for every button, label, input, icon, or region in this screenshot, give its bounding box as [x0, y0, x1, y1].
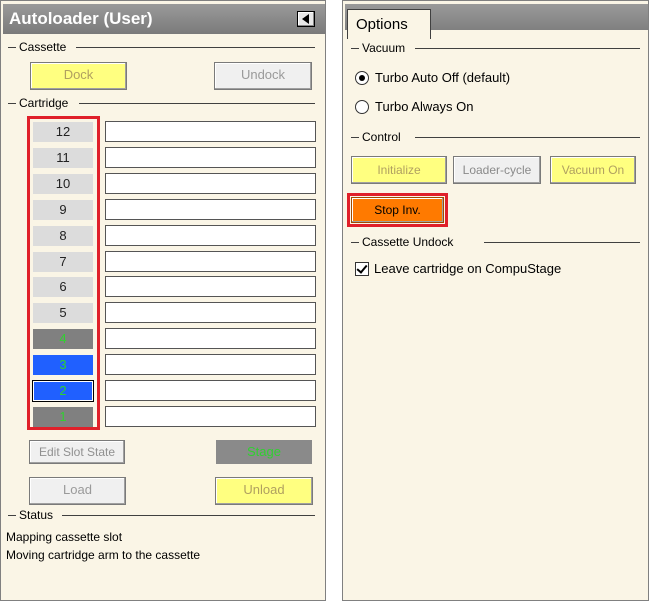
cartridge-slot-4-field[interactable] — [105, 328, 316, 349]
control-group-header: Control — [351, 130, 640, 144]
edit-slot-state-button[interactable]: Edit Slot State — [29, 440, 125, 464]
vacuum-group-label: Vacuum — [362, 41, 406, 55]
cartridge-slot-2-field[interactable] — [105, 380, 316, 401]
turbo-always-on-label: Turbo Always On — [375, 99, 474, 114]
loader-cycle-button[interactable]: Loader-cycle — [453, 156, 541, 184]
leave-cartridge-label: Leave cartridge on CompuStage — [374, 261, 562, 276]
cartridge-slot-10-field[interactable] — [105, 173, 316, 194]
panel-title: Autoloader (User) — [9, 9, 153, 28]
undock-button[interactable]: Undock — [214, 62, 312, 90]
options-panel: Options — [342, 0, 649, 601]
cassette-undock-group-label: Cassette Undock — [362, 235, 454, 249]
cassette-group-header: Cassette — [8, 40, 315, 54]
dock-button[interactable]: Dock — [30, 62, 127, 90]
tab-options[interactable]: Options — [347, 9, 431, 39]
initialize-button[interactable]: Initialize — [351, 156, 447, 184]
cassette-group-label: Cassette — [19, 40, 67, 54]
unload-button[interactable]: Unload — [215, 477, 313, 505]
cartridge-slot-6-field[interactable] — [105, 276, 316, 297]
cartridge-slot-12-field[interactable] — [105, 121, 316, 142]
arrow-left-icon — [302, 14, 309, 24]
cartridge-slot-9-field[interactable] — [105, 199, 316, 220]
vacuum-on-button[interactable]: Vacuum On — [550, 156, 636, 184]
title-bar: Autoloader (User) — [3, 4, 325, 34]
status-line-1: Mapping cassette slot — [6, 530, 123, 544]
checkbox-checked-icon — [355, 262, 369, 276]
stage-button[interactable]: Stage — [216, 440, 312, 464]
status-group-header: Status — [8, 508, 315, 522]
slot-highlight-box — [27, 116, 100, 430]
stop-highlight-box — [347, 193, 448, 227]
cartridge-slot-3-field[interactable] — [105, 354, 316, 375]
turbo-auto-off-label: Turbo Auto Off (default) — [375, 70, 511, 85]
cartridge-slot-7-field[interactable] — [105, 251, 316, 272]
cartridge-group-header: Cartridge — [8, 96, 315, 110]
cartridge-slot-11-field[interactable] — [105, 147, 316, 168]
cassette-undock-group-header: Cassette Undock — [351, 235, 640, 249]
control-group-label: Control — [362, 130, 401, 144]
load-button[interactable]: Load — [29, 477, 126, 505]
radio-selected-icon — [355, 71, 369, 85]
status-line-2: Moving cartridge arm to the cassette — [6, 548, 201, 562]
radio-unselected-icon — [355, 100, 369, 114]
cartridge-slot-1-field[interactable] — [105, 406, 316, 427]
leave-cartridge-checkbox[interactable]: Leave cartridge on CompuStage — [355, 261, 595, 278]
cartridge-group-label: Cartridge — [19, 96, 69, 110]
vacuum-group-header: Vacuum — [351, 41, 640, 55]
cartridge-slot-5-field[interactable] — [105, 302, 316, 323]
cartridge-slot-8-field[interactable] — [105, 225, 316, 246]
status-group-label: Status — [19, 508, 54, 522]
collapse-button[interactable] — [297, 11, 315, 27]
